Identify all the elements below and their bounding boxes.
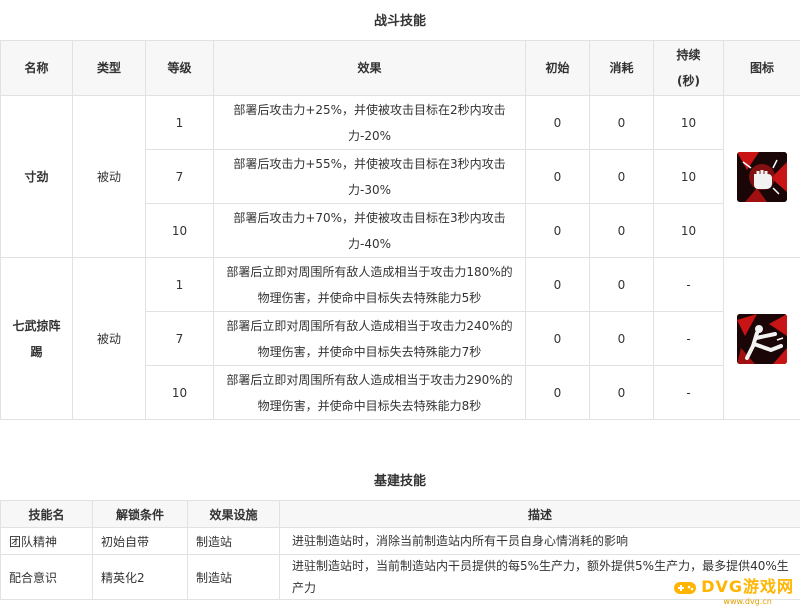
- skill-cost: 0: [589, 365, 654, 420]
- base-skill-facility: 制造站: [187, 527, 280, 555]
- skill-initial: 0: [525, 203, 590, 258]
- skill-level: 10: [145, 365, 214, 420]
- header-cost: 消耗: [589, 40, 654, 96]
- skill-cost: 0: [589, 257, 654, 312]
- header-level: 等级: [145, 40, 214, 96]
- table-row: 团队精神 初始自带 制造站 进驻制造站时，消除当前制造站内所有干员自身心情消耗的…: [0, 527, 800, 555]
- skill-icon-cell: [723, 95, 800, 258]
- skill-cost: 0: [589, 311, 654, 366]
- skill-initial: 0: [525, 257, 590, 312]
- base-header-row: 技能名 解锁条件 效果设施 描述: [0, 500, 800, 528]
- skill-type: 被动: [72, 257, 146, 420]
- base-skill-desc: 进驻制造站时，当前制造站内干员提供的每5%生产力，额外提供5%生产力，最多提供4…: [279, 554, 800, 600]
- table-row: 七武掠阵踢 被动 1 部署后立即对周围所有敌人造成相当于攻击力180%的物理伤害…: [0, 257, 800, 420]
- header-skill: 技能名: [0, 500, 93, 528]
- skill-level: 7: [145, 311, 214, 366]
- skill-duration: -: [653, 365, 724, 420]
- header-unlock: 解锁条件: [92, 500, 188, 528]
- skill-type: 被动: [72, 95, 146, 258]
- fist-strike-icon: [737, 151, 787, 202]
- base-skill-desc: 进驻制造站时，消除当前制造站内所有干员自身心情消耗的影响: [279, 527, 800, 555]
- skill-duration: 10: [653, 149, 724, 204]
- combat-skills-title: 战斗技能: [373, 14, 426, 29]
- skill-duration: 10: [653, 203, 724, 258]
- combat-header-row: 名称 类型 等级 效果 初始 消耗 持续 (秒) 图标: [0, 40, 800, 96]
- base-skills-title: 基建技能: [373, 474, 426, 489]
- skill-name: 七武掠阵踢: [0, 257, 73, 420]
- skill-duration: -: [653, 311, 724, 366]
- header-name: 名称: [0, 40, 73, 96]
- base-skill-facility: 制造站: [187, 554, 280, 600]
- header-effect: 效果: [213, 40, 526, 96]
- header-duration: 持续 (秒): [653, 40, 724, 96]
- base-skills-table: 技能名 解锁条件 效果设施 描述 团队精神 初始自带 制造站 进驻制造站时，消除…: [0, 500, 800, 600]
- skill-initial: 0: [525, 95, 590, 150]
- skill-initial: 0: [525, 149, 590, 204]
- skill-cost: 0: [589, 149, 654, 204]
- skill-effect: 部署后攻击力+55%，并使被攻击目标在3秒内攻击力-30%: [213, 149, 526, 204]
- header-initial: 初始: [525, 40, 590, 96]
- kick-strike-icon: [737, 313, 787, 364]
- skill-level: 1: [145, 95, 214, 150]
- skill-effect: 部署后攻击力+70%，并使被攻击目标在3秒内攻击力-40%: [213, 203, 526, 258]
- skill-cost: 0: [589, 203, 654, 258]
- skill-name: 寸劲: [0, 95, 73, 258]
- skill-effect: 部署后攻击力+25%，并使被攻击目标在2秒内攻击力-20%: [213, 95, 526, 150]
- skill-duration: 10: [653, 95, 724, 150]
- skill-cost: 0: [589, 95, 654, 150]
- skill-duration: -: [653, 257, 724, 312]
- skill-level: 7: [145, 149, 214, 204]
- table-row: 寸劲 被动 1 部署后攻击力+25%，并使被攻击目标在2秒内攻击力-20% 0 …: [0, 95, 800, 258]
- skill-effect: 部署后立即对周围所有敌人造成相当于攻击力290%的物理伤害，并使命中目标失去特殊…: [213, 365, 526, 420]
- skill-initial: 0: [525, 365, 590, 420]
- base-skill-unlock: 初始自带: [92, 527, 188, 555]
- combat-skills-table: 名称 类型 等级 效果 初始 消耗 持续 (秒) 图标 寸劲 被动 1 部署后攻击…: [0, 40, 800, 420]
- table-row: 配合意识 精英化2 制造站 进驻制造站时，当前制造站内干员提供的每5%生产力，额…: [0, 554, 800, 600]
- skill-effect: 部署后立即对周围所有敌人造成相当于攻击力180%的物理伤害，并使命中目标失去特殊…: [213, 257, 526, 312]
- base-skill-unlock: 精英化2: [92, 554, 188, 600]
- skill-icon-cell: [723, 257, 800, 420]
- skill-effect: 部署后立即对周围所有敌人造成相当于攻击力240%的物理伤害，并使命中目标失去特殊…: [213, 311, 526, 366]
- header-desc: 描述: [279, 500, 800, 528]
- header-facility: 效果设施: [187, 500, 280, 528]
- skill-initial: 0: [525, 311, 590, 366]
- skill-level: 10: [145, 203, 214, 258]
- header-type: 类型: [72, 40, 146, 96]
- base-skill-name: 配合意识: [0, 554, 93, 600]
- header-icon: 图标: [723, 40, 800, 96]
- base-skill-name: 团队精神: [0, 527, 93, 555]
- skill-level: 1: [145, 257, 214, 312]
